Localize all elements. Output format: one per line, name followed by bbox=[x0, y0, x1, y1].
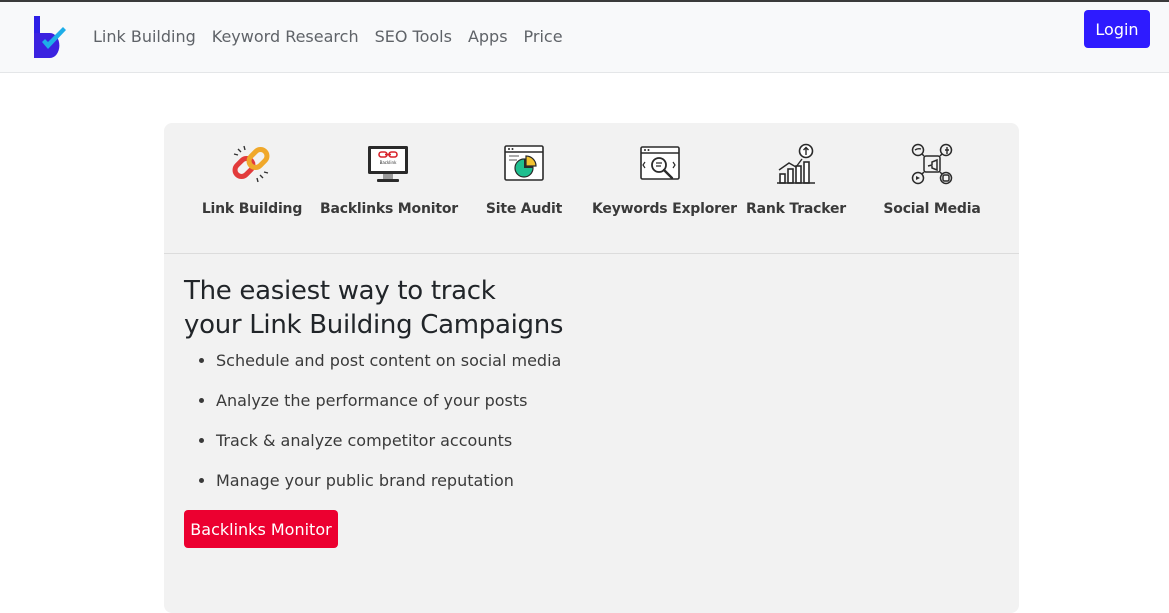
tools-card: Link Building Backlink Backlinks Monitor bbox=[164, 123, 1019, 613]
main-nav: Link Building Keyword Research SEO Tools… bbox=[85, 26, 571, 48]
nav-link-seo-tools[interactable]: SEO Tools bbox=[367, 26, 460, 48]
tool-label: Social Media bbox=[883, 201, 981, 217]
feature-item: Schedule and post content on social medi… bbox=[216, 350, 561, 390]
hero-title-line-1: The easiest way to track bbox=[184, 276, 496, 306]
chain-link-icon bbox=[232, 145, 270, 183]
svg-text:Backlink: Backlink bbox=[380, 160, 397, 165]
nav-link-apps[interactable]: Apps bbox=[460, 26, 516, 48]
social-network-icon bbox=[911, 143, 953, 185]
feature-item: Manage your public brand reputation bbox=[216, 470, 561, 510]
nav-link-price[interactable]: Price bbox=[516, 26, 571, 48]
tool-label: Site Audit bbox=[485, 201, 563, 217]
feature-item: Track & analyze competitor accounts bbox=[216, 430, 561, 470]
pie-chart-browser-icon bbox=[504, 145, 544, 181]
bar-chart-arrow-icon bbox=[777, 143, 815, 184]
login-button[interactable]: Login bbox=[1084, 10, 1150, 48]
tool-label: Link Building bbox=[201, 201, 303, 217]
tool-rank-tracker[interactable]: Rank Tracker bbox=[728, 123, 864, 254]
hero-title: The easiest way to track your Link Build… bbox=[184, 274, 563, 342]
navbar: Link Building Keyword Research SEO Tools… bbox=[0, 2, 1169, 73]
tool-link-building[interactable]: Link Building bbox=[184, 123, 320, 254]
tool-site-audit[interactable]: Site Audit bbox=[456, 123, 592, 254]
nav-link-building[interactable]: Link Building bbox=[85, 26, 204, 48]
tool-backlinks-monitor[interactable]: Backlink Backlinks Monitor bbox=[320, 123, 458, 254]
nav-link-keyword-research[interactable]: Keyword Research bbox=[204, 26, 367, 48]
tool-label: Rank Tracker bbox=[746, 201, 846, 217]
tools-row: Link Building Backlink Backlinks Monitor bbox=[164, 123, 1019, 254]
tool-keywords-explorer[interactable]: Keywords Explorer bbox=[592, 123, 737, 254]
checkmark-logo-icon bbox=[34, 16, 66, 58]
monitor-icon: Backlink bbox=[368, 146, 408, 182]
tool-label: Keywords Explorer bbox=[592, 201, 737, 217]
feature-item: Analyze the performance of your posts bbox=[216, 390, 561, 430]
magnifier-browser-icon bbox=[640, 146, 680, 180]
tool-social-media[interactable]: Social Media bbox=[864, 123, 1000, 254]
hero-title-line-2: your Link Building Campaigns bbox=[184, 310, 564, 340]
tool-label: Backlinks Monitor bbox=[320, 201, 458, 217]
backlinks-monitor-button[interactable]: Backlinks Monitor bbox=[184, 510, 338, 548]
brand-logo[interactable] bbox=[32, 15, 70, 59]
feature-list: Schedule and post content on social medi… bbox=[216, 350, 561, 510]
